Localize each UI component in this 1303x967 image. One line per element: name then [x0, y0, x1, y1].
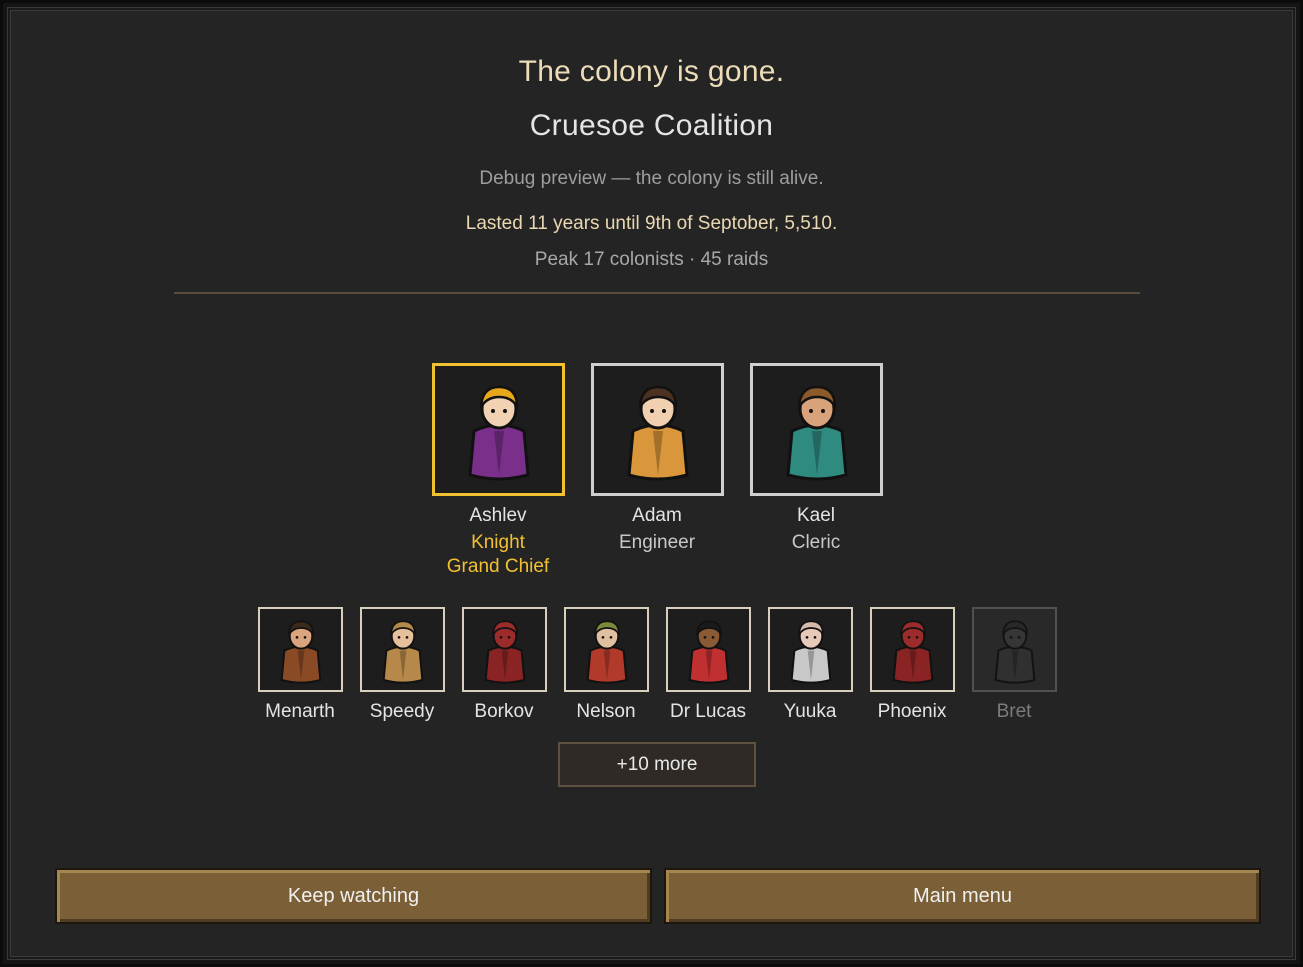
- colonist-portrait-icon: [790, 619, 831, 684]
- featured-portrait-ashlev[interactable]: [432, 363, 565, 496]
- colonist-portrait[interactable]: [258, 607, 343, 692]
- colonist-name: Menarth: [265, 701, 335, 721]
- colonist-portrait-icon: [484, 619, 525, 684]
- colonist-portrait-dead[interactable]: [972, 607, 1057, 692]
- colonist-name: Yuuka: [783, 701, 837, 721]
- main-menu-button[interactable]: Main menu: [664, 868, 1261, 924]
- colonist-portrait-icon: [280, 619, 321, 684]
- featured-name: Ashlev: [469, 505, 527, 526]
- colonist-portrait[interactable]: [870, 607, 955, 692]
- colonist-portrait[interactable]: [564, 607, 649, 692]
- featured-role: Cleric: [791, 532, 841, 553]
- game-over-dialog: The colony is gone. Cruesoe Coalition De…: [3, 3, 1300, 964]
- debug-note: Debug preview — the colony is still aliv…: [479, 168, 824, 189]
- colonist-portrait-icon: [785, 385, 848, 480]
- colonist-portrait-icon: [586, 619, 627, 684]
- faction-name: Cruesoe Coalition: [529, 109, 774, 142]
- colonist-name: Borkov: [474, 701, 534, 721]
- colonist-name: Nelson: [576, 701, 636, 721]
- dialog-title: The colony is gone.: [518, 55, 785, 88]
- colonist-portrait[interactable]: [768, 607, 853, 692]
- colonist-name: Phoenix: [877, 701, 947, 721]
- colonist-name: Dr Lucas: [669, 701, 747, 721]
- colonist-portrait-icon: [626, 385, 689, 480]
- featured-role: Knight: [471, 532, 525, 553]
- divider: [174, 292, 1140, 294]
- more-colonists-button[interactable]: +10 more: [558, 742, 756, 787]
- featured-portrait-kael[interactable]: [750, 363, 883, 496]
- colonist-portrait-icon: [467, 385, 530, 480]
- stats-text: Peak 17 colonists · 45 raids: [534, 249, 769, 270]
- featured-name: Kael: [796, 505, 836, 526]
- colonist-portrait-icon: [892, 619, 933, 684]
- colonist-name: Bret: [996, 701, 1032, 721]
- keep-watching-button[interactable]: Keep watching: [55, 868, 652, 924]
- duration-text: Lasted 11 years until 9th of Septober, 5…: [465, 213, 838, 234]
- colonist-portrait-icon: [382, 619, 423, 684]
- colonist-name: Speedy: [369, 701, 435, 721]
- colonist-portrait[interactable]: [666, 607, 751, 692]
- featured-role: Engineer: [618, 532, 696, 553]
- colonist-portrait[interactable]: [462, 607, 547, 692]
- colonist-portrait[interactable]: [360, 607, 445, 692]
- colonist-portrait-icon: [688, 619, 729, 684]
- featured-title: Grand Chief: [446, 556, 550, 577]
- featured-name: Adam: [632, 505, 682, 526]
- colonist-portrait-icon: [994, 619, 1035, 684]
- featured-portrait-adam[interactable]: [591, 363, 724, 496]
